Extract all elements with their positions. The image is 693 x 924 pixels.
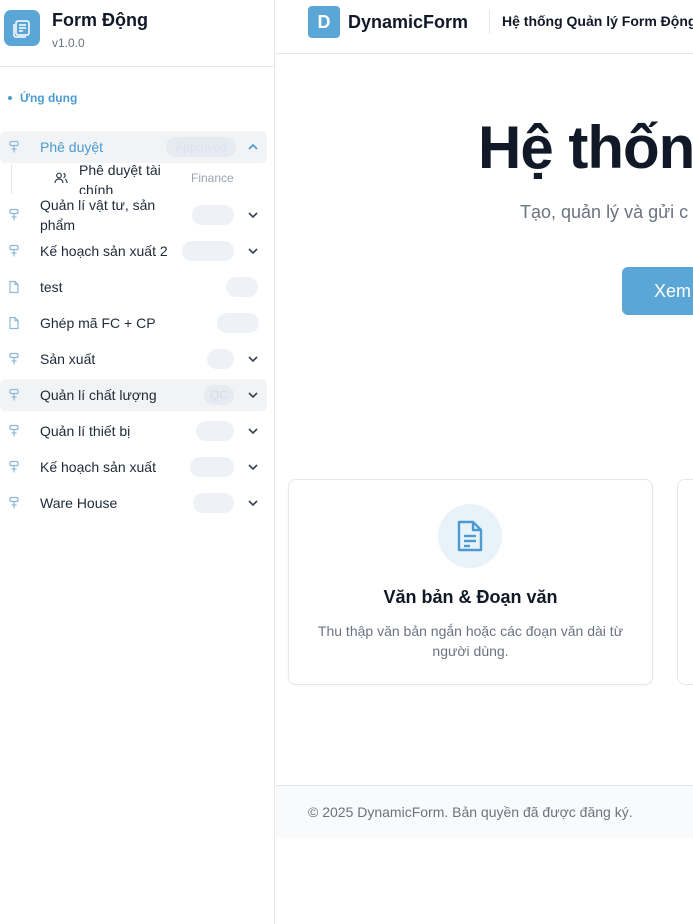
status-badge xyxy=(196,421,234,441)
status-badge xyxy=(226,277,258,297)
card-title: Văn bản & Đoạn văn xyxy=(383,587,558,607)
footer: © 2025 DynamicForm. Bản quyền đã được đă… xyxy=(276,785,693,838)
chevron-down-icon[interactable] xyxy=(247,461,259,473)
sidebar-item-ghep-ma[interactable]: Ghép mã FC + CP xyxy=(0,307,267,339)
sidebar-item-ware-house[interactable]: Ware House xyxy=(0,487,267,519)
sidebar-item-label: Quản lí vật tư, sản phẩm xyxy=(40,197,156,233)
sidebar-item-label: Phê duyệt xyxy=(40,139,104,155)
chevron-down-icon[interactable] xyxy=(247,353,259,365)
workflow-icon xyxy=(9,208,19,221)
hero-title: Hệ thống xyxy=(478,114,693,181)
sidebar-item-quan-li-vat-tu[interactable]: Quản lí vật tư, sản phẩm xyxy=(0,197,267,233)
workflow-icon xyxy=(9,496,19,509)
sidebar-item-quan-li-chat-luong[interactable]: Quản lí chất lượng QC xyxy=(0,379,267,411)
hero-subtitle: Tạo, quản lý và gửi c xyxy=(520,202,689,222)
sidebar-item-label: Sản xuất xyxy=(40,351,96,367)
sidebar-group-label: Ứng dụng xyxy=(8,91,77,105)
status-badge xyxy=(207,349,234,369)
status-badge xyxy=(217,313,259,333)
bullet-icon xyxy=(8,96,12,100)
status-badge: Approved xyxy=(166,137,236,157)
app-logo-icon xyxy=(4,10,40,46)
sidebar-item-test[interactable]: test xyxy=(0,271,267,303)
file-icon xyxy=(9,316,19,330)
card-description: Thu thập văn bản ngắn hoặc các đoạn văn … xyxy=(317,623,624,659)
chevron-down-icon[interactable] xyxy=(247,209,259,221)
chevron-down-icon[interactable] xyxy=(247,245,259,257)
sidebar-item-ke-hoach-san-xuat-2[interactable]: Kế hoạch sản xuất 2 xyxy=(0,235,267,267)
sidebar-item-label: Quản lí thiết bị xyxy=(40,423,131,439)
card-icon-circle xyxy=(438,504,502,568)
status-badge xyxy=(182,241,234,261)
sidebar-subitem-phe-duyet-tai-chinh[interactable]: Phê duyệt tài chính Finance xyxy=(52,160,262,194)
sidebar-item-phe-duyet[interactable]: Phê duyệt Approved xyxy=(0,131,267,163)
document-icon xyxy=(457,520,483,552)
copyright-text: © 2025 DynamicForm. Bản quyền đã được đă… xyxy=(308,804,633,820)
chevron-down-icon[interactable] xyxy=(247,425,259,437)
subitem-label: Phê duyệt tài chính xyxy=(79,162,161,194)
sidebar-item-ke-hoach-san-xuat[interactable]: Kế hoạch sản xuất xyxy=(0,451,267,483)
brand-name[interactable]: DynamicForm xyxy=(348,12,468,33)
sidebar-item-quan-li-thiet-bi[interactable]: Quản lí thiết bị xyxy=(0,415,267,447)
app-version: v1.0.0 xyxy=(52,36,85,50)
workflow-icon xyxy=(9,140,19,153)
sidebar-item-label: Ghép mã FC + CP xyxy=(40,315,156,331)
sidebar-item-label: Ware House xyxy=(40,495,118,511)
file-icon xyxy=(9,280,19,294)
status-badge xyxy=(192,205,234,225)
view-button[interactable]: Xem xyxy=(622,267,693,315)
sidebar: Form Động v1.0.0 Ứng dụng Phê duyệt Appr… xyxy=(0,0,275,924)
system-title: Hệ thống Quản lý Form Động xyxy=(502,13,693,29)
chevron-down-icon[interactable] xyxy=(247,497,259,509)
status-badge xyxy=(190,457,234,477)
sidebar-item-label: Quản lí chất lượng xyxy=(40,387,157,403)
status-badge: QC xyxy=(204,385,234,405)
subitem-badge: Finance xyxy=(191,171,234,185)
workflow-icon xyxy=(9,244,19,257)
sidebar-item-label: Kế hoạch sản xuất xyxy=(40,459,156,475)
users-icon xyxy=(54,172,68,184)
app-name: Form Động xyxy=(52,10,148,30)
submenu-guide-line xyxy=(11,164,12,194)
sidebar-item-san-xuat[interactable]: Sản xuất xyxy=(0,343,267,375)
workflow-icon xyxy=(9,388,19,401)
sidebar-item-label: test xyxy=(40,279,63,295)
dynamicform-logo[interactable]: D xyxy=(308,6,340,38)
topbar-separator xyxy=(489,10,490,34)
group-label-text: Ứng dụng xyxy=(20,91,78,105)
top-navbar: D DynamicForm Hệ thống Quản lý Form Động xyxy=(276,0,693,54)
workflow-icon xyxy=(9,352,19,365)
workflow-icon xyxy=(9,460,19,473)
brand[interactable]: Form Động v1.0.0 xyxy=(4,10,148,50)
field-type-card-text[interactable]: Văn bản & Đoạn văn Thu thập văn bản ngắn… xyxy=(288,479,653,685)
sidebar-item-label: Kế hoạch sản xuất 2 xyxy=(40,243,168,259)
field-type-card-partial[interactable] xyxy=(677,479,693,685)
sidebar-divider xyxy=(0,66,275,67)
chevron-down-icon[interactable] xyxy=(247,389,259,401)
chevron-up-icon[interactable] xyxy=(247,141,259,153)
main-content: Hệ thống Tạo, quản lý và gửi c Xem Văn b… xyxy=(276,54,693,924)
status-badge xyxy=(193,493,234,513)
workflow-icon xyxy=(9,424,19,437)
